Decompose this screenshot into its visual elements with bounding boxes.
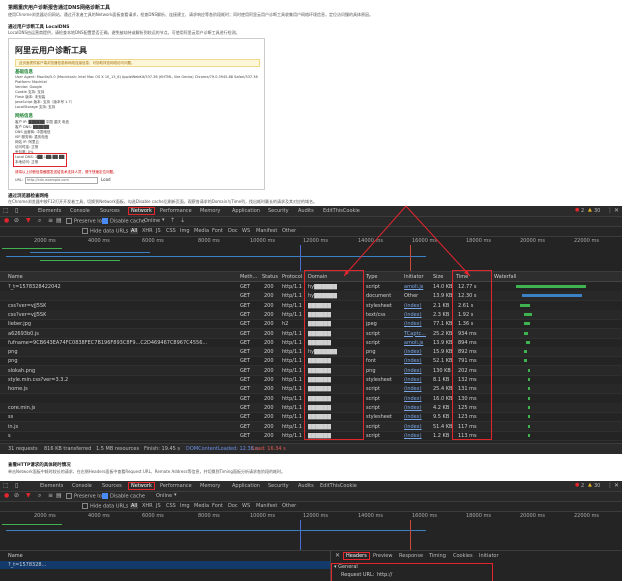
tab-timing[interactable]: Timing xyxy=(429,553,446,559)
tab-cookies[interactable]: Cookies xyxy=(453,553,473,559)
ruler-tick: 8000 ms xyxy=(198,513,220,519)
inspect-icon[interactable]: ⬚ xyxy=(3,482,9,489)
hide-data-urls-label: Hide data URLs xyxy=(90,503,129,510)
more-icon[interactable]: ⋮ xyxy=(607,482,613,489)
filter-all[interactable]: All xyxy=(130,503,139,509)
close-icon[interactable]: ✕ xyxy=(335,552,340,559)
request-url-value: http:// xyxy=(377,572,393,578)
tab-security[interactable]: Security xyxy=(268,483,289,489)
filter-xhr[interactable]: XHR xyxy=(142,503,153,509)
request-name: ?_t=1578328... xyxy=(8,562,47,568)
search-icon[interactable]: ⌕ xyxy=(38,492,41,500)
device-icon[interactable]: ▯ xyxy=(15,482,18,489)
record-icon[interactable]: ● xyxy=(4,492,9,499)
filter-media[interactable]: Media xyxy=(194,503,209,509)
request-url-label: Request URL: xyxy=(341,572,375,578)
devtools-headers-panel: ⬚ ▯ Elements Console Sources Network Per… xyxy=(0,481,622,581)
request-list-collapsed: Name ?_t=1578328... xyxy=(0,551,331,581)
warning-count: 30 xyxy=(594,483,601,489)
timeline-ruler-2: 2000 ms 4000 ms 6000 ms 8000 ms 10000 ms… xyxy=(0,512,622,520)
tab-preview[interactable]: Preview xyxy=(373,553,392,559)
tab-performance[interactable]: Performance xyxy=(160,483,192,489)
warning-icon[interactable]: ▲ xyxy=(588,482,592,488)
filter-js[interactable]: JS xyxy=(156,503,161,509)
tab-network[interactable]: Network xyxy=(128,482,155,490)
lower-paragraph: 单击Network面板中耗时较长的请求，在右侧Headers面板中查看Reque… xyxy=(8,469,285,474)
tab-sources[interactable]: Sources xyxy=(102,483,122,489)
ruler-tick: 6000 ms xyxy=(142,513,164,519)
filter-img[interactable]: Img xyxy=(180,503,190,509)
disable-cache-label: Disable cache xyxy=(110,493,145,500)
ruler-tick: 22000 ms xyxy=(574,513,599,519)
tab-memory[interactable]: Memory xyxy=(200,483,220,489)
devtools-tab-bar-2: ⬚ ▯ Elements Console Sources Network Per… xyxy=(0,481,622,492)
ruler-tick: 14000 ms xyxy=(358,513,383,519)
ruler-tick: 12000 ms xyxy=(303,513,328,519)
tab-console[interactable]: Console xyxy=(72,483,92,489)
filter-doc[interactable]: Doc xyxy=(228,503,238,509)
filter-icon[interactable]: ▼ xyxy=(26,492,31,499)
ruler-tick: 20000 ms xyxy=(520,513,545,519)
ruler-tick: 16000 ms xyxy=(412,513,437,519)
error-icon[interactable]: ● xyxy=(575,482,579,488)
filter-manifest[interactable]: Manifest xyxy=(256,503,277,509)
ruler-tick: 2000 ms xyxy=(34,513,56,519)
filter-bar-2: Hide data URLs All XHR JS CSS Img Media … xyxy=(0,502,622,512)
error-count: 2 xyxy=(581,483,585,489)
filter-ws[interactable]: WS xyxy=(242,503,250,509)
arrow-to-domain xyxy=(343,205,407,277)
tab-elements[interactable]: Elements xyxy=(40,483,63,489)
col-name[interactable]: Name xyxy=(8,553,23,559)
filter-other[interactable]: Other xyxy=(282,503,296,509)
lower-heading: 查看HTTP请求的具体耗时情况 xyxy=(8,463,71,468)
clear-icon[interactable]: ⊘ xyxy=(14,492,19,499)
chevron-down-icon[interactable]: ▾ xyxy=(174,492,177,498)
throttle-select[interactable]: Online xyxy=(156,493,172,499)
arrow-to-time xyxy=(405,205,471,277)
general-section-toggle[interactable]: ▾ General xyxy=(334,564,358,570)
dcl-marker xyxy=(300,520,301,550)
view-list-icon[interactable]: ≡ xyxy=(48,492,53,499)
tab-headers[interactable]: Headers xyxy=(343,552,370,560)
general-label: General xyxy=(338,564,358,570)
ruler-tick: 4000 ms xyxy=(88,513,110,519)
filter-css[interactable]: CSS xyxy=(166,503,176,509)
disable-cache-checkbox[interactable]: Disable cache xyxy=(102,493,145,500)
tab-editthiscookie[interactable]: EditThisCookie xyxy=(320,483,357,489)
overview-bar xyxy=(2,524,62,525)
selected-request-row[interactable]: ?_t=1578328... xyxy=(0,561,330,569)
hide-data-urls-checkbox[interactable]: Hide data URLs xyxy=(82,503,128,510)
overview-bar xyxy=(6,530,426,531)
close-icon[interactable]: ✕ xyxy=(614,482,619,489)
timeline-overview-2[interactable] xyxy=(0,520,622,551)
filter-font[interactable]: Font xyxy=(212,503,223,509)
preserve-log-checkbox[interactable]: Preserve log xyxy=(66,493,105,500)
ruler-tick: 10000 ms xyxy=(250,513,275,519)
view-overview-icon[interactable]: ▤ xyxy=(56,492,62,499)
network-toolbar-2: ● ⊘ ▼ ⌕ ≡ ▤ Preserve log Disable cache O… xyxy=(0,492,622,502)
tab-initiator[interactable]: Initiator xyxy=(479,553,499,559)
preserve-log-label: Preserve log xyxy=(74,493,105,500)
tab-response[interactable]: Response xyxy=(399,553,423,559)
tab-audits[interactable]: Audits xyxy=(298,483,314,489)
request-detail-panel: ✕ Headers Preview Response Timing Cookie… xyxy=(331,551,622,581)
load-marker xyxy=(410,520,411,550)
tab-application[interactable]: Application xyxy=(232,483,260,489)
ruler-tick: 18000 ms xyxy=(466,513,491,519)
